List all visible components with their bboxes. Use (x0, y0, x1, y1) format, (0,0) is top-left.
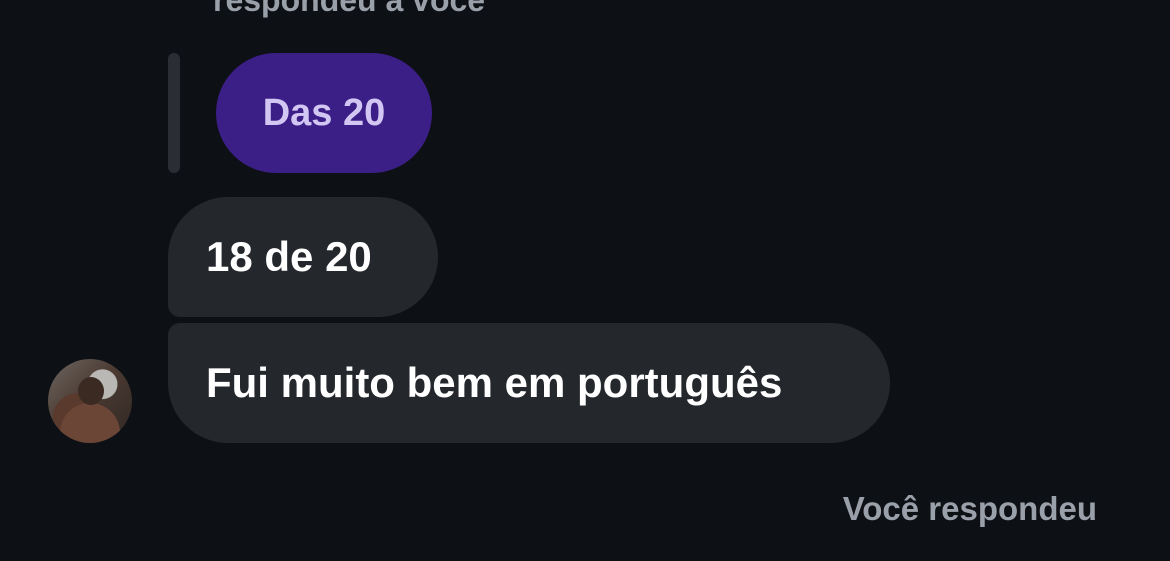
reply-context-header: respondeu a você (213, 0, 486, 18)
quoted-message-bubble[interactable]: Das 20 (216, 53, 432, 173)
chat-thread: respondeu a você Das 20 18 de 20 Fui mui… (0, 0, 1170, 561)
message-bubble[interactable]: Fui muito bem em português (168, 323, 890, 443)
message-text: Fui muito bem em português (206, 359, 783, 406)
message-text: 18 de 20 (206, 233, 372, 280)
reply-status-label: Você respondeu (842, 490, 1097, 527)
message-bubble[interactable]: 18 de 20 (168, 197, 438, 317)
reply-indicator-bar (168, 53, 180, 173)
avatar-body-shape (60, 403, 120, 443)
avatar-head-shape (78, 377, 104, 405)
sender-avatar[interactable] (48, 359, 132, 443)
quoted-message-text: Das 20 (262, 91, 386, 134)
